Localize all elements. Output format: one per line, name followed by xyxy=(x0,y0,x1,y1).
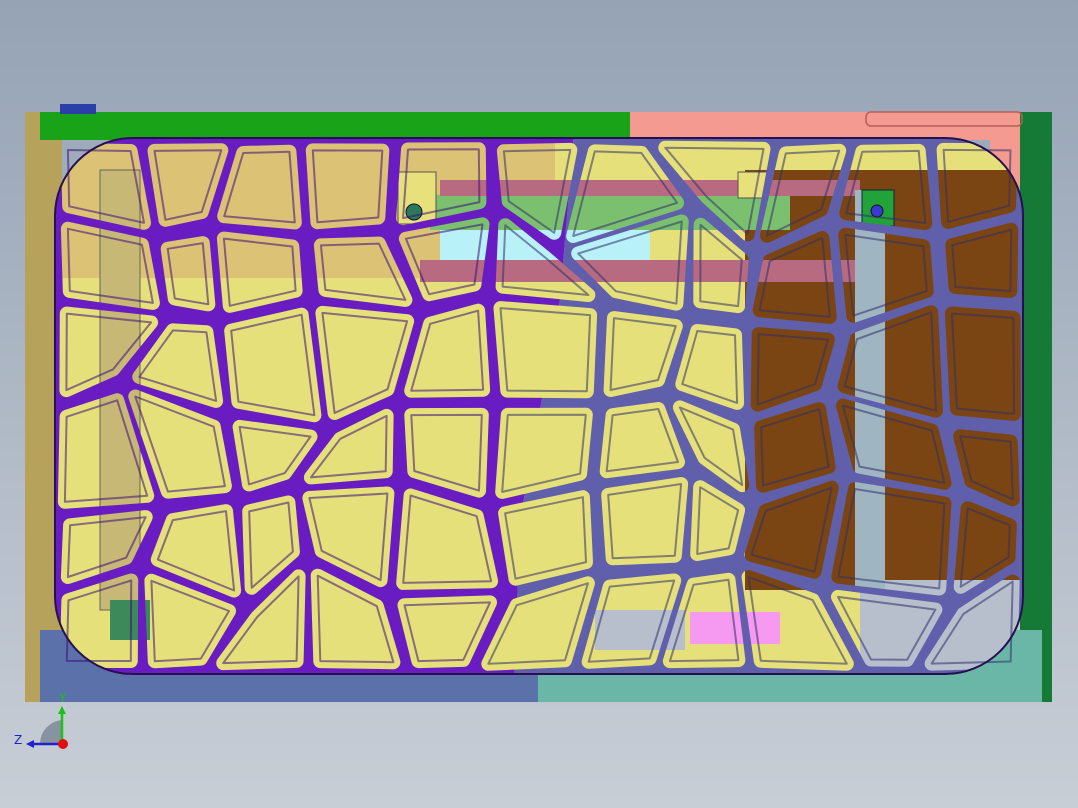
frame-left-edge xyxy=(25,112,41,702)
frame-right-green xyxy=(1020,112,1052,702)
triad-x-axis-dot xyxy=(58,739,68,749)
cad-scene[interactable]: Y Z xyxy=(0,0,1078,808)
frame-top-green xyxy=(40,112,630,140)
top-blue-tab xyxy=(60,104,96,114)
voronoi-grille[interactable] xyxy=(54,137,1024,675)
triad-z-label: Z xyxy=(14,733,22,747)
triad-y-label: Y xyxy=(58,691,67,705)
cad-viewport[interactable]: Y Z xyxy=(0,0,1078,808)
